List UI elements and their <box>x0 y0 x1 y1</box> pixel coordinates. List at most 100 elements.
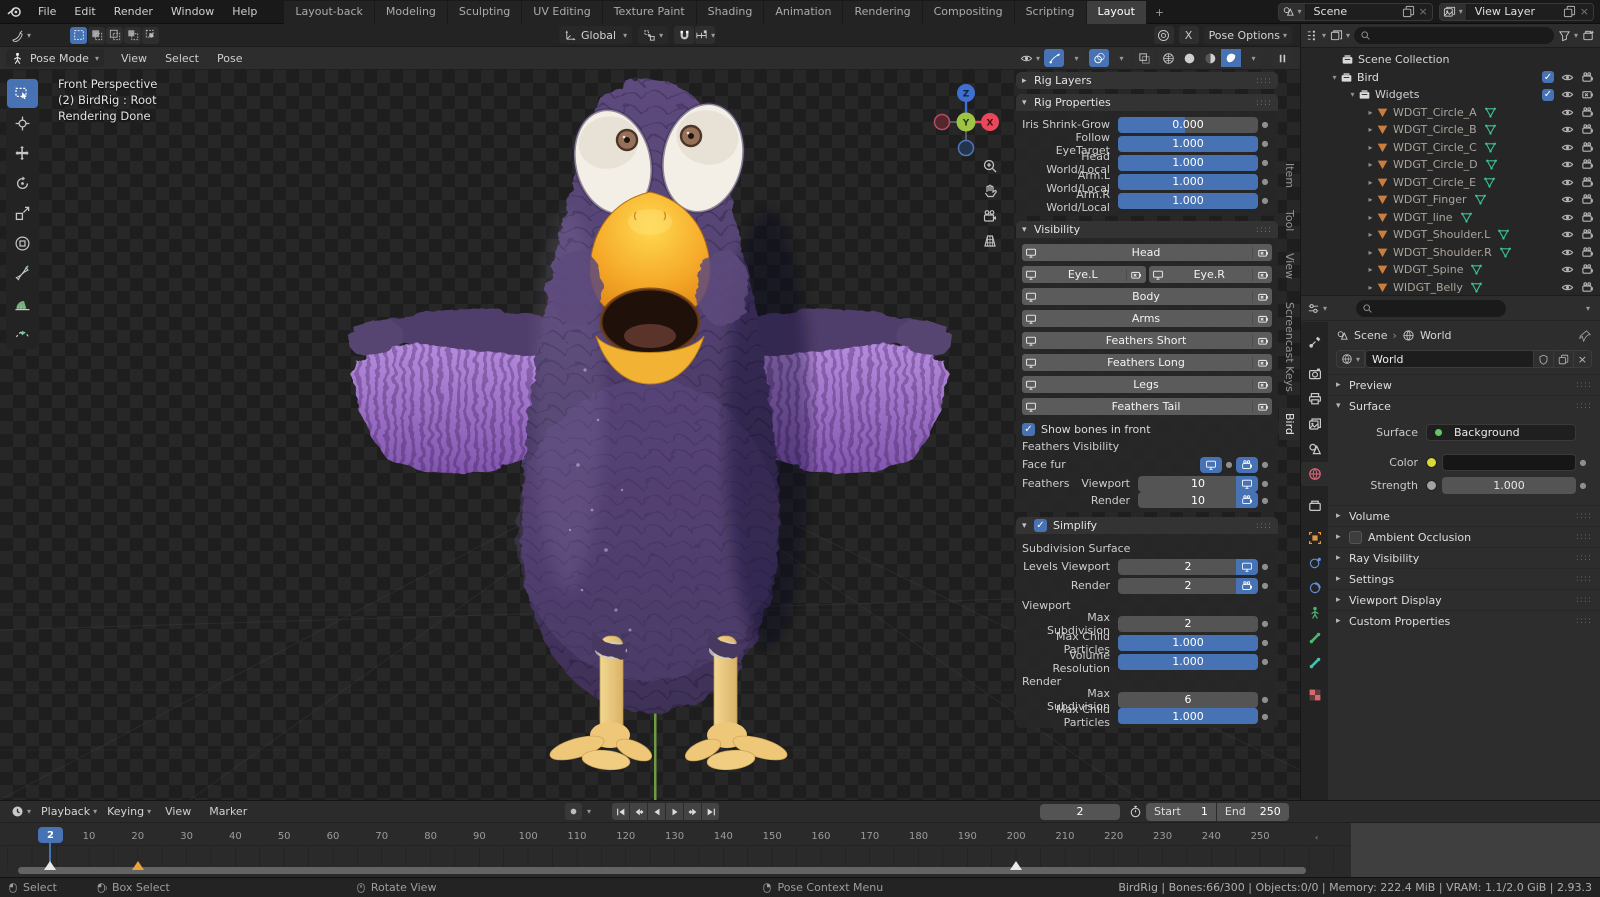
app-menu-window[interactable]: Window <box>162 0 223 23</box>
app-menu-file[interactable]: File <box>29 0 65 23</box>
timeline-marker-frame-20[interactable] <box>131 861 144 870</box>
properties-tab-physics[interactable] <box>1301 551 1328 575</box>
hide-eye-icon[interactable] <box>1561 141 1574 154</box>
browse-world-button[interactable]: ▾ <box>1336 350 1366 368</box>
editor-type-button[interactable]: ▾ <box>6 26 36 44</box>
snap-settings-dropdown[interactable]: ▾ <box>695 26 715 44</box>
sidebar-tab-view[interactable]: View <box>1279 248 1300 284</box>
animate-dot[interactable]: ● <box>1576 458 1590 467</box>
view-layer-selector[interactable]: ▾ View Layer × <box>1438 2 1594 21</box>
expand-arrow-icon[interactable]: ▸ <box>1365 248 1376 257</box>
pan-hand-icon[interactable] <box>982 183 998 199</box>
scene-selector[interactable]: ▾ Scene × <box>1277 2 1433 21</box>
render-camera-icon[interactable] <box>1581 228 1594 241</box>
panel-header-volume[interactable]: ▸ Volume:::: <box>1328 505 1600 526</box>
hide-eye-icon[interactable] <box>1561 281 1574 294</box>
hide-eye-icon[interactable] <box>1561 158 1574 171</box>
face-fur-render-toggle[interactable] <box>1236 456 1258 473</box>
animate-dot[interactable]: ● <box>1222 460 1236 469</box>
hide-eye-icon[interactable] <box>1561 228 1574 241</box>
rig-property-slider[interactable]: 1.000 <box>1118 173 1258 190</box>
shading-material-button[interactable] <box>1200 49 1220 67</box>
preview-panel-header[interactable]: ▸ Preview:::: <box>1328 374 1600 395</box>
shading-wireframe-button[interactable] <box>1158 49 1178 67</box>
viewport-menu-view[interactable]: View <box>112 47 156 70</box>
viewport-menu-pose[interactable]: Pose <box>208 47 251 70</box>
collapse-arrow-icon[interactable]: ▾ <box>1022 98 1034 108</box>
properties-editor-icon[interactable]: ▾ <box>1307 302 1327 315</box>
shading-dropdown[interactable]: ▾ <box>1242 49 1262 67</box>
sidebar-tab-bird[interactable]: Bird <box>1279 408 1300 441</box>
overlays-settings-dropdown[interactable]: ▾ <box>1110 49 1130 67</box>
panel-header-viewport-display[interactable]: ▸ Viewport Display:::: <box>1328 589 1600 610</box>
animate-dot[interactable]: ● <box>1258 712 1272 721</box>
render-visibility-toggle[interactable] <box>1236 577 1258 594</box>
workspace-tab-animation[interactable]: Animation <box>764 0 844 24</box>
rotate-tool[interactable] <box>7 169 38 198</box>
outliner-row[interactable]: Scene Collection <box>1301 51 1600 69</box>
simplify-checkbox[interactable]: ✓ <box>1034 519 1047 532</box>
strength-field[interactable]: 1.000 <box>1442 477 1576 494</box>
render-max-child-slider[interactable]: 1.000 <box>1118 708 1258 724</box>
select-mode-set[interactable] <box>70 26 88 44</box>
close-icon[interactable]: × <box>1419 5 1428 18</box>
app-menu-render[interactable]: Render <box>105 0 162 23</box>
animate-dot[interactable]: ● <box>1258 120 1272 129</box>
visibility-toggle-head[interactable]: Head <box>1022 244 1272 261</box>
app-menu-edit[interactable]: Edit <box>65 0 104 23</box>
render-camera-icon[interactable] <box>1581 123 1594 136</box>
show-object-types-dropdown[interactable]: ▾ <box>1020 49 1040 67</box>
gizmo-negative-z-axis[interactable] <box>957 139 975 157</box>
animate-dot[interactable]: ● <box>1258 496 1272 505</box>
hide-eye-icon[interactable] <box>1561 106 1574 119</box>
surface-panel-header[interactable]: ▾ Surface:::: <box>1328 395 1600 416</box>
new-world-button[interactable] <box>1553 350 1574 368</box>
animate-dot[interactable]: ● <box>1258 619 1272 628</box>
levels-viewport-field[interactable]: 2 <box>1118 558 1258 575</box>
panel-header-settings[interactable]: ▸ Settings:::: <box>1328 568 1600 589</box>
annotate-tool[interactable] <box>7 259 38 288</box>
animate-dot[interactable]: ● <box>1258 695 1272 704</box>
outliner-row[interactable]: ▾ Bird ✓ <box>1301 69 1600 87</box>
jump-to-end-button[interactable] <box>702 803 719 820</box>
expand-arrow-icon[interactable]: ▸ <box>1365 265 1376 274</box>
perspective-toggle-icon[interactable] <box>982 233 998 249</box>
animate-dot[interactable]: ● <box>1576 481 1590 490</box>
expand-arrow-icon[interactable]: ▾ <box>1347 90 1358 99</box>
rig-property-slider[interactable]: 1.000 <box>1118 154 1258 171</box>
box-select-tool[interactable] <box>7 79 38 108</box>
scale-tool[interactable] <box>7 199 38 228</box>
transform-tool[interactable] <box>7 229 38 258</box>
hide-eye-icon[interactable] <box>1561 246 1574 259</box>
drag-dots-icon[interactable]: :::: <box>1576 574 1592 584</box>
play-button[interactable] <box>666 803 683 820</box>
animate-dot[interactable]: ● <box>1258 196 1272 205</box>
pose-breakdowner-tool[interactable] <box>7 319 38 348</box>
workspace-tab-texture-paint[interactable]: Texture Paint <box>602 0 697 24</box>
workspace-tab-modeling[interactable]: Modeling <box>374 0 448 24</box>
properties-tab-constraints[interactable] <box>1301 576 1328 600</box>
current-frame-indicator[interactable]: 2 <box>38 827 63 843</box>
properties-tab-view-layer[interactable] <box>1301 412 1328 436</box>
unlink-world-button[interactable]: × <box>1573 350 1592 368</box>
visibility-toggle-body[interactable]: Body <box>1022 288 1272 305</box>
mode-dropdown[interactable]: Pose Mode ▾ <box>6 49 104 67</box>
view-layer-name[interactable]: View Layer <box>1467 5 1559 18</box>
render-visibility-toggle[interactable] <box>1236 492 1258 508</box>
zoom-icon[interactable] <box>982 158 998 174</box>
render-camera-icon[interactable] <box>1581 141 1594 154</box>
outliner-row[interactable]: ▸ WDGT_Finger <box>1301 191 1600 209</box>
panel-header-custom-properties[interactable]: ▸ Custom Properties:::: <box>1328 610 1600 631</box>
auto-keying-button[interactable] <box>565 803 582 820</box>
render-camera-icon[interactable] <box>1581 106 1594 119</box>
render-camera-icon[interactable] <box>1581 263 1594 276</box>
feathers-render-field[interactable]: 10 <box>1138 492 1258 508</box>
navigation-gizmo[interactable]: Z X Y <box>930 78 1002 158</box>
rig-properties-header[interactable]: ▾ Rig Properties:::: <box>1016 94 1278 111</box>
show-bones-checkbox[interactable]: ✓ <box>1022 422 1035 436</box>
gizmo-negative-x-axis[interactable] <box>933 113 951 131</box>
expand-arrow-icon[interactable]: ▸ <box>1365 125 1376 134</box>
hide-eye-icon[interactable] <box>1561 193 1574 206</box>
playback-menu[interactable]: Playback ▾ <box>36 803 102 821</box>
render-camera-icon[interactable] <box>1581 158 1594 171</box>
